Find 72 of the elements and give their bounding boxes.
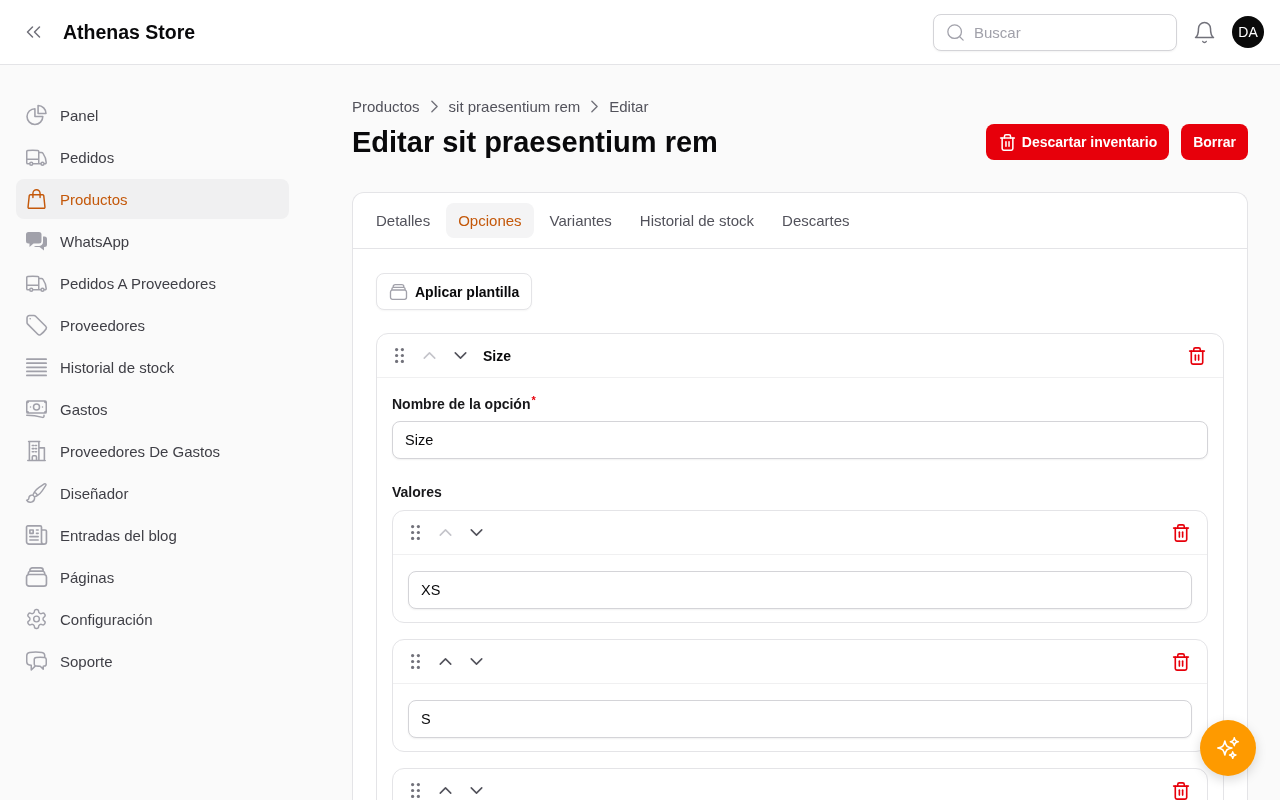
page-title: Editar sit praesentium rem [352, 125, 718, 159]
newspaper-icon [25, 525, 47, 545]
search-icon [947, 23, 964, 41]
building-icon [25, 441, 47, 461]
chevron-down-icon[interactable] [470, 658, 483, 665]
truck-icon [25, 273, 47, 293]
chevron-right-icon [430, 99, 438, 113]
breadcrumb-current: Editar [609, 97, 649, 115]
discard-button[interactable]: Descartar inventario [985, 124, 1170, 160]
paintbrush-icon [25, 483, 47, 503]
stack-icon [390, 283, 407, 300]
truck-icon [25, 147, 47, 167]
stacked-lines-icon [25, 357, 47, 377]
sidebar-item[interactable]: Entradas del blog [16, 515, 289, 555]
tab[interactable]: Detalles [364, 203, 443, 238]
chevron-down-icon[interactable] [454, 352, 467, 359]
tag-icon [25, 315, 47, 335]
input-field[interactable]: S [408, 700, 1192, 738]
double-chevron-left-icon[interactable] [26, 26, 41, 38]
sidebar-item[interactable]: Productos [16, 179, 289, 219]
gear-icon [25, 609, 47, 629]
sidebar-item[interactable]: Proveedores [16, 305, 289, 345]
stack-icon [25, 567, 47, 587]
trash-icon[interactable] [1173, 652, 1189, 671]
sidebar-item[interactable]: Páginas [16, 557, 289, 597]
drag-handle-icon[interactable] [395, 348, 404, 363]
bell-icon[interactable] [1195, 21, 1214, 43]
breadcrumb-link[interactable]: sit praesentium rem [448, 97, 581, 115]
user-avatar[interactable]: DA [1232, 16, 1264, 48]
sidebar-item[interactable]: WhatsApp [16, 221, 289, 261]
sidebar-item[interactable]: Historial de stock [16, 347, 289, 387]
sidebar-item[interactable]: Diseñador [16, 473, 289, 513]
store-title: Athenas Store [63, 20, 196, 44]
drag-handle-icon[interactable] [411, 525, 420, 540]
trash-icon[interactable] [1173, 781, 1189, 800]
chevron-right-icon [591, 99, 599, 113]
field-label: Nombre de la opción [392, 395, 531, 414]
search-field[interactable]: Buscar [933, 13, 1177, 51]
chevron-down-icon[interactable] [470, 787, 483, 794]
chat-bubbles-icon [25, 231, 47, 251]
chevron-down-icon[interactable] [470, 529, 483, 536]
sidebar-item[interactable]: Pedidos [16, 137, 289, 177]
sparkles-icon [1217, 737, 1239, 759]
chevron-up-icon[interactable] [439, 658, 452, 665]
shopping-bag-icon [25, 189, 47, 209]
chevron-up-icon[interactable] [439, 787, 452, 794]
trash-icon [999, 133, 1015, 151]
trash-icon[interactable] [1189, 346, 1205, 365]
tab[interactable]: Historial de stock [627, 203, 767, 238]
tab[interactable]: Variantes [537, 203, 624, 238]
sidebar-item[interactable]: Soporte [16, 641, 289, 681]
required-mark: * [531, 394, 536, 406]
trash-icon[interactable] [1173, 523, 1189, 542]
drag-handle-icon[interactable] [411, 654, 420, 669]
input-field[interactable]: XS [408, 571, 1192, 609]
tab[interactable]: Opciones [446, 203, 534, 238]
sidebar-item[interactable]: Configuración [16, 599, 289, 639]
tab[interactable]: Descartes [770, 203, 862, 238]
pie-chart-icon [25, 105, 47, 125]
apply-template-button[interactable]: Aplicar plantilla [376, 273, 533, 310]
sidebar-item[interactable]: Gastos [16, 389, 289, 429]
banknote-icon [25, 399, 47, 419]
drag-handle-icon[interactable] [411, 783, 420, 798]
sidebar-item[interactable]: Pedidos A Proveedores [16, 263, 289, 303]
option-title: Size [483, 347, 511, 364]
input-field[interactable]: Size [392, 421, 1208, 459]
field-label: Valores [392, 483, 442, 502]
breadcrumb-link[interactable]: Productos [352, 97, 420, 115]
delete-button[interactable]: Borrar [1181, 124, 1248, 160]
chat-bubbles-icon [25, 651, 47, 671]
sidebar-item[interactable]: Panel [16, 95, 289, 135]
sidebar-item[interactable]: Proveedores De Gastos [16, 431, 289, 471]
